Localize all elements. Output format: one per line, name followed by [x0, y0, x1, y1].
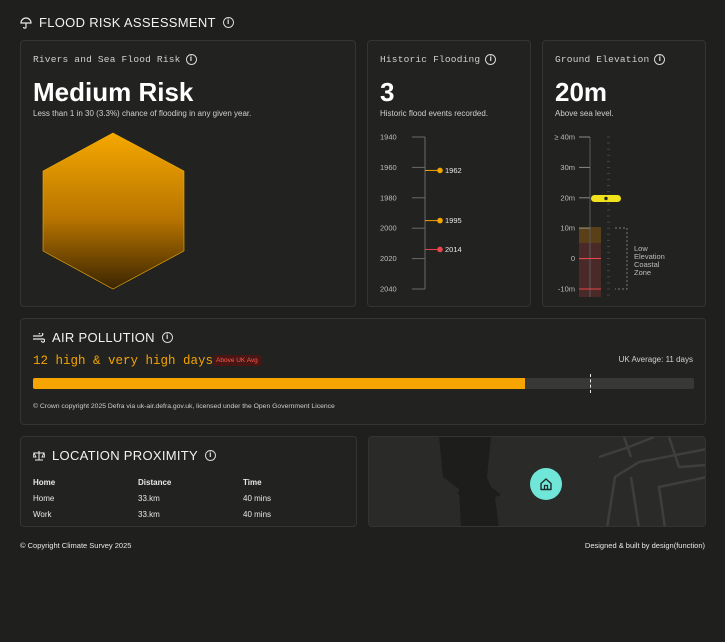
home-icon [540, 478, 552, 491]
zone-label-line4: Zone [634, 268, 651, 277]
flood-section-title: FLOOD RISK ASSESSMENT i [20, 15, 234, 30]
air-section-title: AIR POLLUTION i [33, 330, 173, 345]
location-map[interactable] [368, 436, 706, 527]
umbrella-icon [20, 16, 32, 29]
info-icon[interactable]: i [161, 332, 173, 343]
info-icon[interactable]: i [185, 54, 197, 65]
rivers-sea-card: Rivers and Sea Flood Risk i Medium Risk … [20, 40, 356, 307]
table-header-row: Home Distance Time [33, 474, 271, 490]
col-header-home: Home [33, 477, 56, 487]
risk-hexagon [42, 132, 185, 290]
timeline-year-label: 2000 [380, 224, 397, 233]
uk-average-marker [590, 374, 592, 393]
air-pollution-card: AIR POLLUTION i 12 high & very high days… [20, 318, 706, 425]
air-credit: © Crown copyright 2025 Defra via uk-air.… [33, 403, 335, 410]
timeline-year-label: 2020 [380, 254, 397, 263]
uk-average-text: UK Average: 11 days [618, 355, 693, 364]
flood-risk-value: Medium Risk [33, 77, 194, 107]
historic-timeline: 1940 1960 1980 2000 2020 2040 1962 1995 2014 [380, 133, 462, 294]
rivers-sea-label: Rivers and Sea Flood Risk i [33, 54, 197, 65]
elevation-description: Above sea level. [555, 109, 614, 118]
timeline-year-label: 2040 [380, 285, 397, 294]
elevation-tick-label: 10m [560, 224, 575, 233]
table-row: Work 33.km 40 mins [33, 509, 272, 519]
home-map-pin[interactable] [530, 468, 562, 500]
info-icon[interactable]: i [485, 54, 497, 65]
above-average-badge: Above UK Avg [213, 355, 261, 366]
flood-event-year: 2014 [445, 245, 462, 254]
flood-event-dot [437, 167, 443, 174]
ground-elevation-label: Ground Elevation i [555, 54, 666, 65]
elevation-tick-label: 0 [571, 254, 575, 263]
proximity-section-title: LOCATION PROXIMITY i [33, 448, 217, 463]
pollution-bar-track [33, 378, 694, 389]
timeline-year-label: 1960 [380, 163, 397, 172]
elevation-scale: ≥ 40m30m20m10m0-10m Low Elevation Coasta… [554, 133, 665, 297]
proximity-table: Home Distance Time Home 33.km 40 mins Wo… [33, 474, 271, 522]
info-icon[interactable]: i [222, 17, 234, 28]
wind-icon [33, 332, 45, 343]
elevation-value: 20m [555, 77, 608, 107]
elevation-tick-label: 30m [560, 163, 575, 172]
scales-icon [33, 451, 45, 461]
info-icon[interactable]: i [654, 54, 666, 65]
flood-event-dot [437, 217, 443, 224]
historic-flooding-label: Historic Flooding i [380, 54, 497, 65]
col-header-distance: Distance [138, 477, 172, 487]
col-header-time: Time [243, 477, 262, 487]
flood-title-text: FLOOD RISK ASSESSMENT [39, 15, 216, 30]
flood-event-dot [437, 246, 443, 253]
table-row: Home 33.km 40 mins [33, 493, 272, 503]
elevation-tick-label: ≥ 40m [554, 133, 575, 142]
info-icon[interactable]: i [205, 450, 217, 461]
footer-credit[interactable]: Designed & built by design(function) [585, 541, 705, 550]
historic-description: Historic flood events recorded. [380, 109, 489, 118]
historic-flooding-card: Historic Flooding i 3 Historic flood eve… [367, 40, 531, 307]
flood-event-year: 1962 [445, 166, 462, 175]
elevation-tick-label: -10m [558, 285, 575, 294]
location-proximity-card: LOCATION PROXIMITY i Home Distance Time … [20, 436, 357, 527]
pollution-bar-fill [33, 378, 526, 389]
timeline-year-label: 1980 [380, 193, 397, 202]
timeline-year-label: 1940 [380, 133, 397, 142]
historic-count: 3 [380, 77, 395, 107]
flood-risk-description: Less than 1 in 30 (3.3%) chance of flood… [33, 109, 252, 118]
air-headline: 12 high & very high days [33, 354, 214, 368]
flood-event-year: 1995 [445, 216, 462, 225]
footer-copyright: © Copyright Climate Survey 2025 [20, 541, 132, 550]
ground-elevation-card: Ground Elevation i 20m Above sea level. … [542, 40, 706, 307]
elevation-tick-label: 20m [560, 193, 575, 202]
